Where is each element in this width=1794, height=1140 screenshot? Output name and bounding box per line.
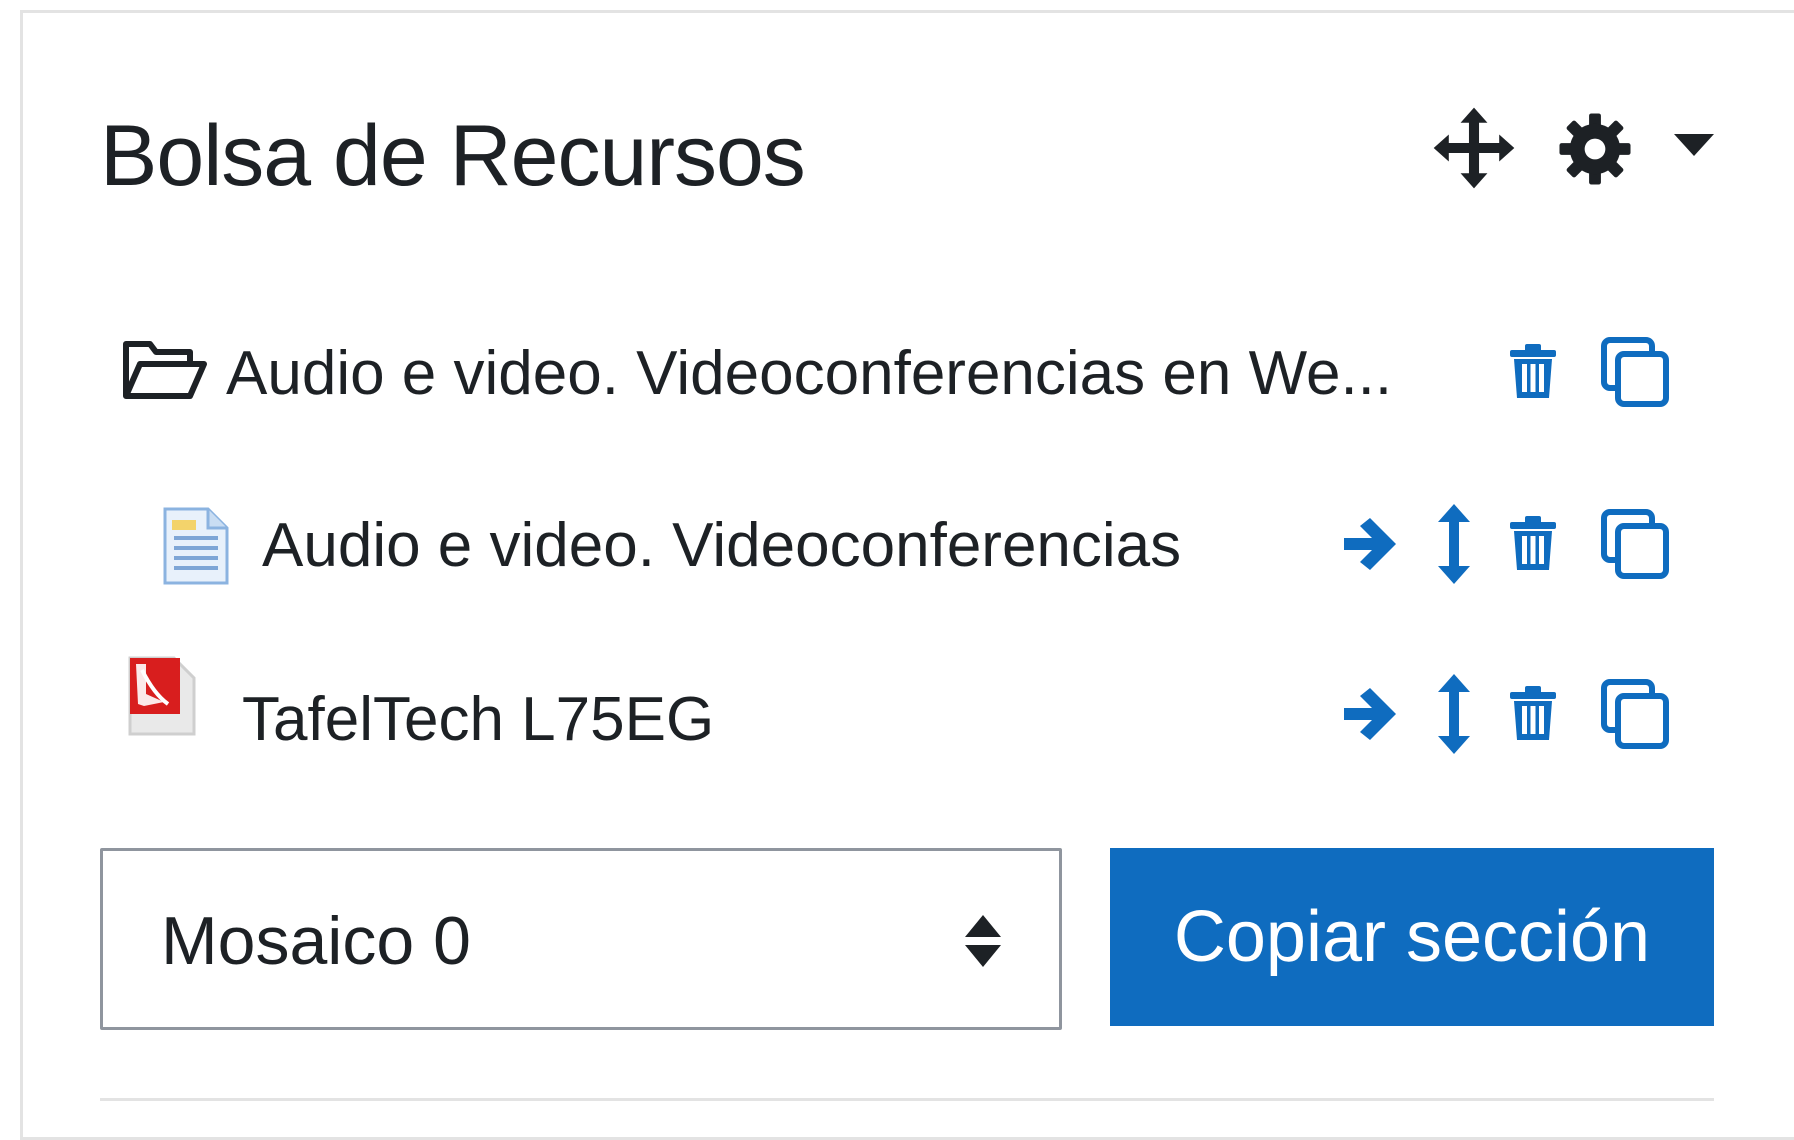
select-updown-icon <box>965 915 1001 967</box>
page-icon <box>163 507 229 585</box>
section-select[interactable]: Mosaico 0 <box>100 848 1062 1030</box>
trash-icon[interactable] <box>1508 516 1558 572</box>
section-select-value: Mosaico 0 <box>161 903 471 979</box>
arrow-right-icon[interactable] <box>1340 516 1398 572</box>
gear-icon[interactable] <box>1558 112 1632 186</box>
caret-down-icon[interactable] <box>1674 134 1714 158</box>
trash-icon[interactable] <box>1508 686 1558 742</box>
resource-label[interactable]: Audio e video. Videoconferencias en We..… <box>226 334 1392 414</box>
move-icon[interactable] <box>1432 106 1516 190</box>
copy-icon[interactable] <box>1600 508 1670 580</box>
resource-row-folder: Audio e video. Videoconferencias en We..… <box>0 322 1790 432</box>
resource-label[interactable]: TafelTech L75EG <box>242 680 714 760</box>
divider <box>100 1098 1714 1101</box>
copy-icon[interactable] <box>1600 336 1670 408</box>
move-vertical-icon[interactable] <box>1436 504 1472 584</box>
block-title: Bolsa de Recursos <box>100 108 806 204</box>
copy-section-button[interactable]: Copiar sección <box>1110 848 1714 1026</box>
resource-label[interactable]: Audio e video. Videoconferencias <box>262 506 1181 586</box>
move-vertical-icon[interactable] <box>1436 674 1472 754</box>
folder-open-icon <box>123 341 207 399</box>
resource-row-page: Audio e video. Videoconferencias <box>0 494 1790 604</box>
pdf-icon <box>128 656 196 736</box>
trash-icon[interactable] <box>1508 344 1558 400</box>
resource-row-pdf: TafelTech L75EG <box>0 656 1790 774</box>
arrow-right-icon[interactable] <box>1340 686 1398 742</box>
copy-icon[interactable] <box>1600 678 1670 750</box>
